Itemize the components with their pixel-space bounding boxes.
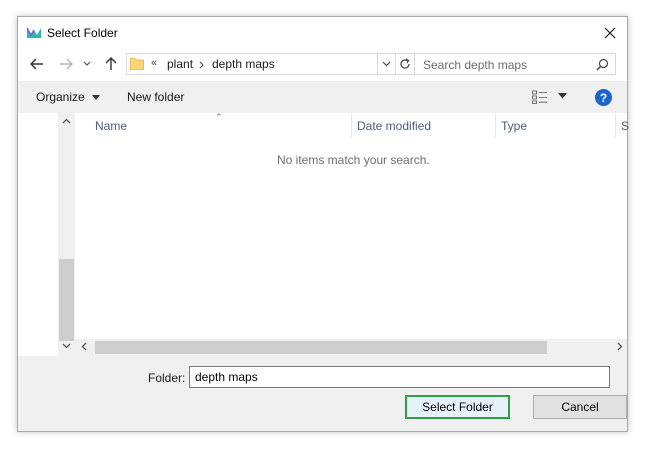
window-title: Select Folder bbox=[47, 26, 118, 40]
caret-down-icon[interactable] bbox=[558, 93, 567, 99]
back-button[interactable] bbox=[28, 55, 46, 73]
app-icon bbox=[26, 27, 41, 38]
navigation-pane-scrollbar[interactable] bbox=[58, 113, 75, 356]
scrollbar-thumb[interactable] bbox=[59, 259, 74, 341]
scroll-up-icon[interactable] bbox=[62, 118, 71, 124]
folder-name-input[interactable] bbox=[189, 366, 610, 388]
breadcrumb-depth-maps[interactable]: depth maps bbox=[212, 57, 275, 71]
new-folder-button[interactable]: New folder bbox=[127, 90, 184, 104]
search-placeholder: Search depth maps bbox=[423, 58, 528, 72]
breadcrumb-chevron-icon[interactable] bbox=[199, 61, 205, 69]
navigation-pane[interactable] bbox=[18, 113, 58, 356]
organize-label: Organize bbox=[36, 90, 85, 104]
arrow-up-icon bbox=[105, 57, 117, 70]
column-name[interactable]: Name bbox=[95, 119, 127, 133]
column-size[interactable]: S bbox=[621, 119, 629, 133]
address-bar[interactable]: « plant depth maps bbox=[126, 53, 378, 75]
close-button[interactable] bbox=[593, 17, 627, 48]
scroll-right-icon[interactable] bbox=[617, 342, 623, 351]
navigation-bar: « plant depth maps Search depth maps bbox=[18, 48, 627, 81]
cancel-button[interactable]: Cancel bbox=[533, 395, 627, 419]
file-list-area: ⌃ Name Date modified Type S No items mat… bbox=[18, 112, 629, 356]
select-folder-dialog: Select Folder « plant depth maps Search … bbox=[17, 16, 629, 432]
chevron-down-icon bbox=[382, 61, 391, 67]
title-bar: Select Folder bbox=[18, 17, 627, 48]
recent-locations-button[interactable] bbox=[82, 55, 92, 73]
command-toolbar: Organize New folder ? bbox=[18, 81, 627, 113]
column-type[interactable]: Type bbox=[501, 119, 527, 133]
column-date-modified[interactable]: Date modified bbox=[357, 119, 431, 133]
column-divider[interactable] bbox=[495, 113, 496, 137]
column-divider[interactable] bbox=[351, 113, 352, 137]
column-header: ⌃ Name Date modified Type S bbox=[75, 112, 629, 137]
search-icon[interactable] bbox=[596, 58, 609, 71]
close-icon bbox=[604, 27, 616, 38]
refresh-icon bbox=[400, 58, 410, 69]
address-dropdown-button[interactable] bbox=[378, 53, 395, 75]
scroll-down-icon[interactable] bbox=[62, 343, 71, 349]
breadcrumb-overflow[interactable]: « bbox=[151, 57, 157, 69]
sort-ascending-icon: ⌃ bbox=[215, 112, 223, 122]
organize-button[interactable]: Organize bbox=[36, 90, 101, 104]
refresh-button[interactable] bbox=[395, 53, 415, 75]
help-icon[interactable]: ? bbox=[595, 89, 612, 106]
breadcrumb-plant[interactable]: plant bbox=[167, 57, 193, 71]
chevron-down-icon bbox=[83, 61, 91, 66]
folder-icon bbox=[130, 58, 144, 70]
folder-label: Folder: bbox=[148, 371, 186, 385]
arrow-right-icon bbox=[60, 58, 73, 70]
empty-message: No items match your search. bbox=[277, 153, 430, 167]
forward-button[interactable] bbox=[57, 55, 75, 73]
caret-down-icon bbox=[92, 95, 101, 101]
search-box[interactable]: Search depth maps bbox=[414, 53, 616, 75]
view-options-icon[interactable] bbox=[532, 90, 548, 104]
column-divider[interactable] bbox=[615, 113, 616, 137]
scroll-left-icon[interactable] bbox=[81, 342, 87, 351]
arrow-left-icon bbox=[30, 58, 43, 70]
horizontal-scrollbar[interactable] bbox=[75, 339, 627, 356]
up-button[interactable] bbox=[102, 55, 120, 73]
scrollbar-thumb[interactable] bbox=[95, 341, 547, 354]
select-folder-button[interactable]: Select Folder bbox=[405, 395, 510, 419]
